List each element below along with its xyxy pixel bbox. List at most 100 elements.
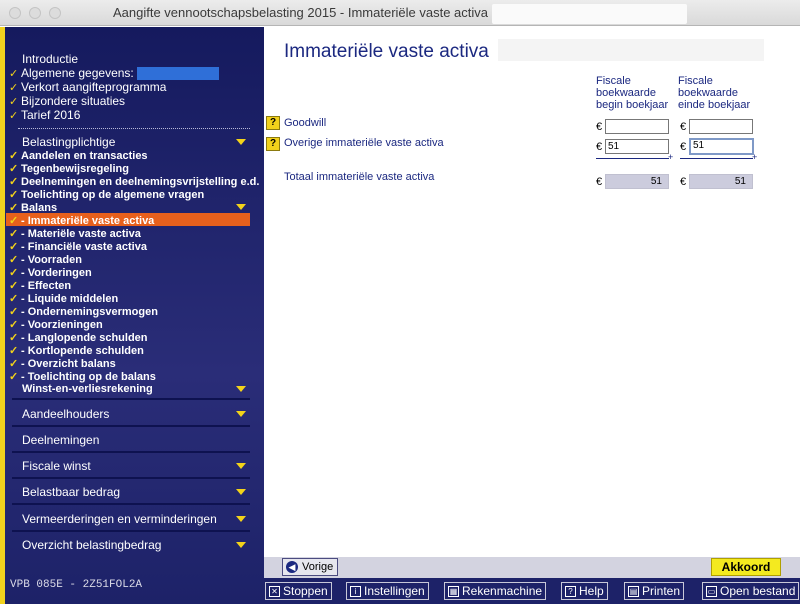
divider bbox=[12, 477, 250, 479]
sidebar-item-label: - Vorderingen bbox=[21, 267, 92, 279]
sidebar-item-financiele-vaste-activa[interactable]: ✓ - Financiële vaste activa bbox=[9, 240, 147, 253]
sidebar-item-kortlopende-schulden[interactable]: ✓ - Kortlopende schulden bbox=[9, 344, 144, 357]
sidebar-item-voorzieningen[interactable]: ✓ - Voorzieningen bbox=[9, 318, 103, 331]
divider bbox=[12, 530, 250, 532]
chevron-down-icon[interactable] bbox=[236, 204, 246, 210]
sidebar-item-bijzondere-situaties[interactable]: ✓ Bijzondere situaties bbox=[9, 94, 125, 108]
previous-button[interactable]: ◀ Vorige bbox=[282, 558, 339, 576]
check-icon: ✓ bbox=[9, 176, 19, 188]
chevron-down-icon[interactable] bbox=[236, 411, 246, 417]
calculator-button[interactable]: ▦ Rekenmachine bbox=[444, 582, 547, 600]
sidebar-section-belastingplichtige[interactable]: Belastingplichtige bbox=[22, 135, 115, 149]
sidebar-item-aandelen[interactable]: ✓ Aandelen en transacties bbox=[9, 149, 148, 162]
column-header-line: Fiscale bbox=[678, 75, 713, 87]
sidebar-item-voorraden[interactable]: ✓ - Voorraden bbox=[9, 253, 82, 266]
overige-end-input[interactable]: 51 bbox=[689, 138, 754, 155]
chevron-down-icon[interactable] bbox=[236, 516, 246, 522]
sidebar-item-effecten[interactable]: ✓ - Effecten bbox=[9, 279, 71, 292]
form-code: VPB 085E - 2Z51FOL2A bbox=[10, 579, 143, 591]
arrow-left-icon: ◀ bbox=[286, 561, 298, 574]
chevron-down-icon[interactable] bbox=[236, 542, 246, 548]
chevron-down-icon[interactable] bbox=[236, 139, 246, 145]
sidebar-edge bbox=[0, 27, 5, 604]
sidebar-item-label: - Ondernemingsvermogen bbox=[21, 306, 158, 318]
sidebar-item-verkort[interactable]: ✓ Verkort aangifteprogramma bbox=[9, 80, 166, 94]
check-icon: ✓ bbox=[9, 68, 19, 80]
sidebar-item-toelichting-algemeen[interactable]: ✓ Toelichting op de algemene vragen bbox=[9, 188, 204, 201]
chevron-down-icon[interactable] bbox=[236, 489, 246, 495]
check-icon: ✓ bbox=[9, 267, 19, 279]
help-button-overige[interactable]: ? bbox=[266, 137, 280, 151]
sidebar-item-tegenbewijs[interactable]: ✓ Tegenbewijsregeling bbox=[9, 162, 129, 175]
sidebar-section-belastbaar-bedrag[interactable]: Belastbaar bedrag bbox=[22, 485, 120, 499]
window-title: Aangifte vennootschapsbelasting 2015 - I… bbox=[0, 0, 800, 26]
sidebar-item-deelnemingen-vrijstelling[interactable]: ✓ Deelnemingen en deelnemingsvrijstelling… bbox=[9, 175, 259, 188]
chevron-down-icon[interactable] bbox=[236, 463, 246, 469]
sidebar-section-deelnemingen[interactable]: Deelnemingen bbox=[22, 433, 99, 447]
akkoord-button[interactable]: Akkoord bbox=[711, 558, 781, 576]
sidebar-item-winst-verlies[interactable]: Winst-en-verliesrekening bbox=[22, 383, 153, 395]
help-label: Help bbox=[579, 584, 604, 598]
check-icon: ✓ bbox=[9, 345, 19, 357]
sidebar-item-langlopende-schulden[interactable]: ✓ - Langlopende schulden bbox=[9, 331, 148, 344]
currency-label: € bbox=[680, 176, 687, 188]
sidebar: Introductie ✓ Algemene gegevens: ✓ Verkort… bbox=[0, 27, 264, 604]
sidebar-item-vorderingen[interactable]: ✓ - Vorderingen bbox=[9, 266, 92, 279]
open-file-button[interactable]: ▭ Open bestand bbox=[702, 582, 800, 600]
sidebar-item-introductie[interactable]: Introductie bbox=[22, 52, 78, 66]
sum-rule bbox=[596, 158, 669, 159]
column-header-begin: Fiscale boekwaarde begin boekjaar bbox=[596, 75, 672, 111]
sidebar-section-overzicht-belasting[interactable]: Overzicht belastingbedrag bbox=[22, 538, 161, 552]
sidebar-item-toelichting-balans[interactable]: ✓ - Toelichting op de balans bbox=[9, 370, 156, 383]
check-icon: ✓ bbox=[9, 189, 19, 201]
sidebar-item-label: - Langlopende schulden bbox=[21, 332, 148, 344]
sidebar-item-immateriele-vaste-activa[interactable]: ✓ - Immateriële vaste activa bbox=[9, 214, 154, 227]
overige-begin-input[interactable]: 51 bbox=[605, 139, 669, 154]
print-button[interactable]: ▤ Printen bbox=[624, 582, 685, 600]
check-icon: ✓ bbox=[9, 82, 19, 94]
sidebar-item-label: Tegenbewijsregeling bbox=[21, 163, 129, 175]
sidebar-item-liquide-middelen[interactable]: ✓ - Liquide middelen bbox=[9, 292, 118, 305]
sidebar-item-label: - Financiële vaste activa bbox=[21, 241, 147, 253]
settings-button[interactable]: i Instellingen bbox=[346, 582, 429, 600]
column-header-line: boekwaarde bbox=[678, 87, 738, 99]
goodwill-end-input[interactable] bbox=[689, 119, 753, 134]
currency-label: € bbox=[680, 141, 687, 153]
check-icon: ✓ bbox=[9, 306, 19, 318]
divider bbox=[12, 451, 250, 453]
sidebar-item-algemene-gegevens[interactable]: ✓ Algemene gegevens: bbox=[9, 66, 219, 81]
check-icon: ✓ bbox=[9, 358, 19, 370]
plus-sign: + bbox=[668, 152, 674, 162]
chevron-down-icon[interactable] bbox=[236, 386, 246, 392]
printer-icon: ▤ bbox=[628, 586, 639, 598]
sidebar-item-label: - Voorzieningen bbox=[21, 319, 103, 331]
sidebar-item-label: - Toelichting op de balans bbox=[21, 371, 156, 383]
sidebar-section-vermeerderingen[interactable]: Vermeerderingen en verminderingen bbox=[22, 512, 217, 526]
sidebar-item-label: Verkort aangifteprogramma bbox=[21, 80, 167, 94]
currency-label: € bbox=[596, 141, 603, 153]
currency-label: € bbox=[680, 121, 687, 133]
sidebar-section-fiscale-winst[interactable]: Fiscale winst bbox=[22, 459, 91, 473]
row-label-overige: Overige immateriële vaste activa bbox=[284, 137, 444, 149]
check-icon: ✓ bbox=[9, 332, 19, 344]
column-header-end: Fiscale boekwaarde einde boekjaar bbox=[678, 75, 754, 111]
stop-button[interactable]: ✕ Stoppen bbox=[265, 582, 332, 600]
check-icon: ✓ bbox=[9, 254, 19, 266]
goodwill-begin-input[interactable] bbox=[605, 119, 669, 134]
divider bbox=[12, 503, 250, 505]
check-icon: ✓ bbox=[9, 110, 19, 122]
sidebar-item-label: - Liquide middelen bbox=[21, 293, 119, 305]
help-button-goodwill[interactable]: ? bbox=[266, 116, 280, 130]
row-label-totaal: Totaal immateriële vaste activa bbox=[284, 171, 435, 183]
sidebar-section-aandeelhouders[interactable]: Aandeelhouders bbox=[22, 407, 109, 421]
sidebar-item-ondernemingsvermogen[interactable]: ✓ - Ondernemingsvermogen bbox=[9, 305, 158, 318]
check-icon: ✓ bbox=[9, 96, 19, 108]
help-button[interactable]: ? Help bbox=[561, 582, 608, 600]
check-icon: ✓ bbox=[9, 280, 19, 292]
plus-sign: + bbox=[752, 152, 758, 162]
sidebar-item-label: Aandelen en transacties bbox=[21, 150, 148, 162]
sidebar-item-label: - Overzicht balans bbox=[21, 358, 116, 370]
sidebar-item-tarief[interactable]: ✓ Tarief 2016 bbox=[9, 108, 80, 122]
sidebar-item-materiele-vaste-activa[interactable]: ✓ - Materiële vaste activa bbox=[9, 227, 141, 240]
sidebar-item-overzicht-balans[interactable]: ✓ - Overzicht balans bbox=[9, 357, 116, 370]
